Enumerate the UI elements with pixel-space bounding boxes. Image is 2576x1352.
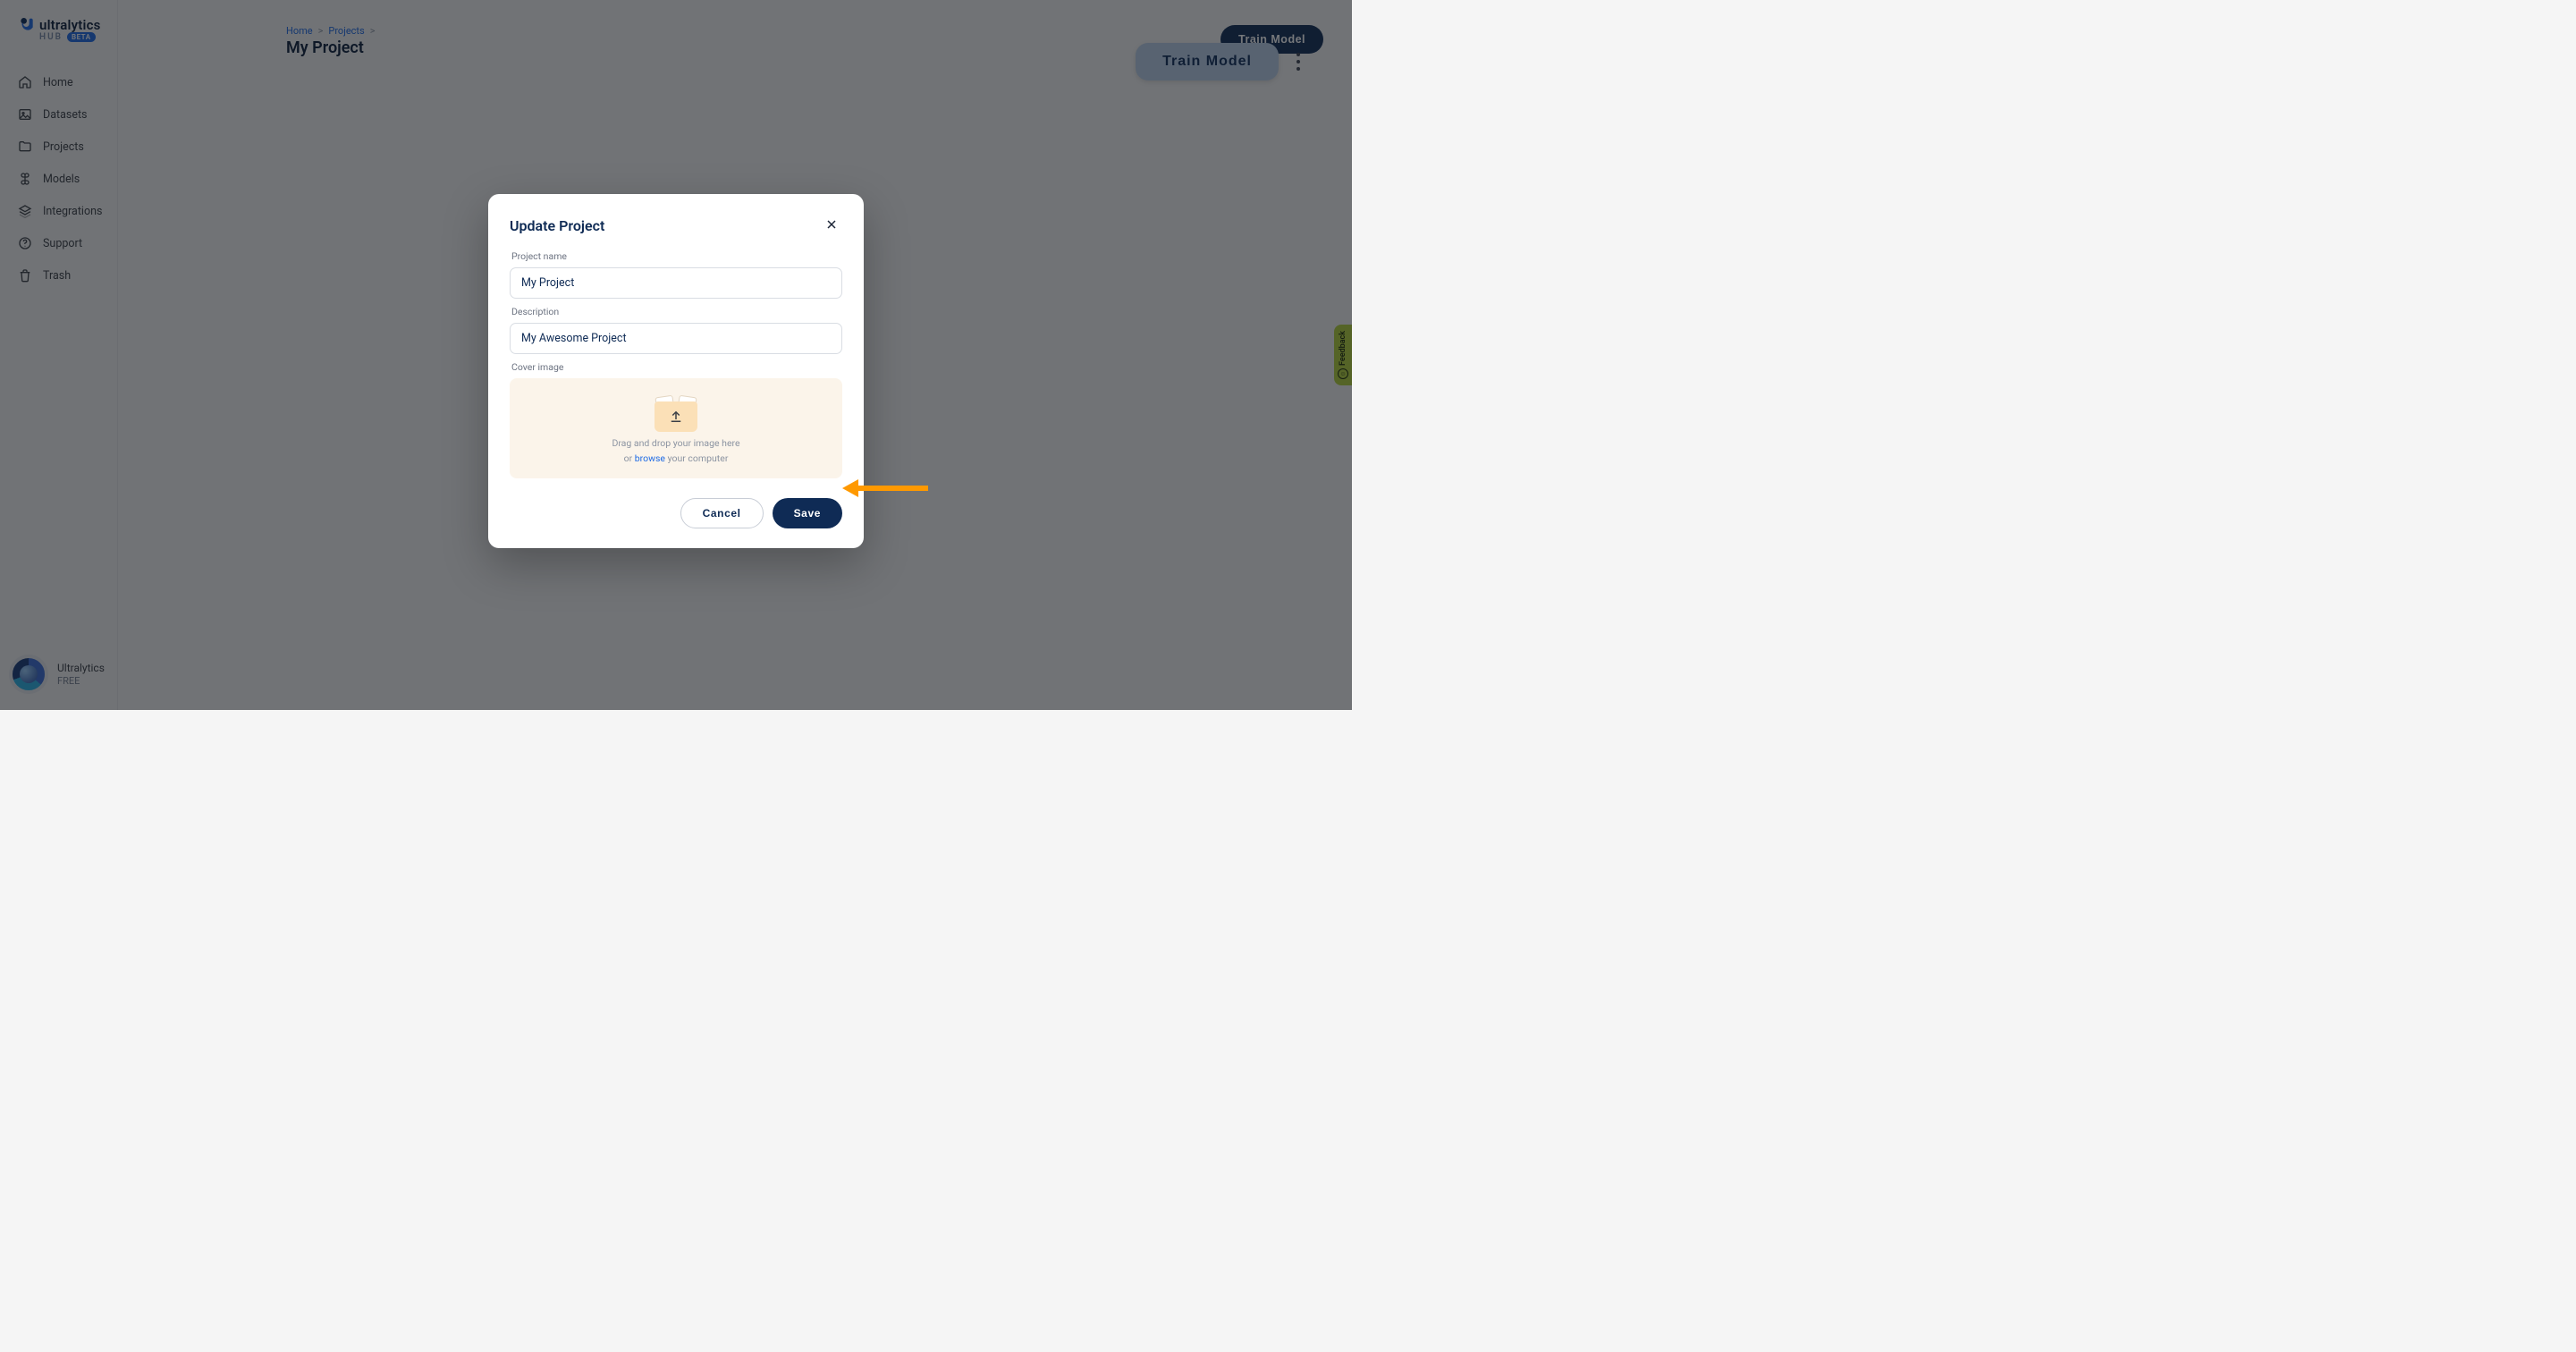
- dropzone-line-2-pre: or: [624, 452, 635, 464]
- dropzone-line-2-post: your computer: [665, 452, 728, 464]
- description-label: Description: [511, 306, 842, 317]
- close-icon: [824, 221, 839, 234]
- description-input[interactable]: [510, 323, 842, 354]
- project-name-input[interactable]: [510, 267, 842, 299]
- cover-image-dropzone[interactable]: Drag and drop your image here or browse …: [510, 378, 842, 478]
- dropzone-line-2: or browse your computer: [624, 452, 729, 464]
- modal-title: Update Project: [510, 217, 604, 234]
- upload-icon: [668, 409, 684, 425]
- annotation-arrow: [842, 479, 928, 497]
- browse-link[interactable]: browse: [635, 452, 665, 464]
- cancel-button[interactable]: Cancel: [680, 498, 764, 528]
- project-name-label: Project name: [511, 250, 842, 262]
- upload-illustration: [651, 396, 701, 432]
- save-button[interactable]: Save: [773, 498, 842, 528]
- dropzone-line-1: Drag and drop your image here: [612, 437, 739, 449]
- cover-image-label: Cover image: [511, 361, 842, 373]
- update-project-modal: Update Project Project name Description …: [488, 194, 864, 548]
- close-button[interactable]: [821, 214, 842, 238]
